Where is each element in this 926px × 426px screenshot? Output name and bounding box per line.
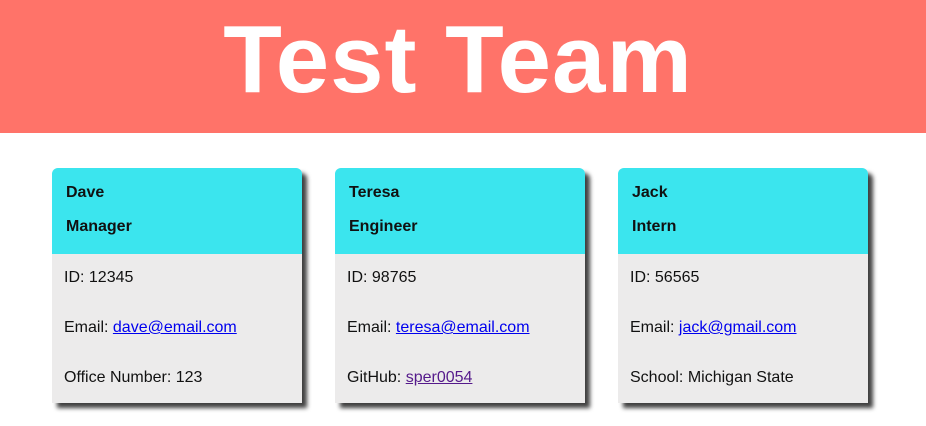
email-link[interactable]: teresa@email.com	[396, 319, 530, 336]
employee-name: Teresa	[349, 184, 400, 201]
employee-email-line: Email: jack@gmail.com	[630, 319, 797, 337]
email-label: Email:	[347, 319, 392, 336]
school-name: Michigan State	[687, 369, 794, 386]
id-label: ID:	[347, 269, 368, 286]
employee-email-line: Email: teresa@email.com	[347, 319, 530, 337]
card-header: Jack Intern	[618, 168, 868, 254]
employee-role: Intern	[632, 218, 677, 235]
id-label: ID:	[630, 269, 651, 286]
employee-id: 12345	[88, 269, 134, 286]
employee-extra-line: GitHub: sper0054	[347, 369, 472, 387]
employee-name: Dave	[66, 184, 105, 201]
employee-id-line: ID: 98765	[347, 269, 416, 287]
card-header: Teresa Engineer	[335, 168, 585, 254]
page-title: Test Team	[223, 6, 693, 113]
email-link[interactable]: jack@gmail.com	[679, 319, 797, 336]
email-label: Email:	[630, 319, 675, 336]
employee-id: 98765	[371, 269, 417, 286]
id-label: ID:	[64, 269, 85, 286]
email-label: Email:	[64, 319, 109, 336]
employee-extra-line: Office Number: 123	[64, 369, 202, 387]
school-label: School:	[630, 369, 684, 386]
office-number-label: Office Number:	[64, 369, 172, 386]
office-number: 123	[175, 369, 203, 386]
employee-card: Dave Manager ID: 12345 Email: dave@email…	[52, 168, 302, 403]
employee-id-line: ID: 12345	[64, 269, 133, 287]
employee-name: Jack	[632, 184, 668, 201]
employee-id-line: ID: 56565	[630, 269, 699, 287]
github-label: GitHub:	[347, 369, 402, 386]
employee-role: Engineer	[349, 218, 418, 235]
employee-email-line: Email: dave@email.com	[64, 319, 237, 337]
card-header: Dave Manager	[52, 168, 302, 254]
employee-role: Manager	[66, 218, 132, 235]
github-link[interactable]: sper0054	[406, 369, 473, 386]
email-link[interactable]: dave@email.com	[113, 319, 237, 336]
page-banner: Test Team	[0, 0, 926, 133]
employee-card: Teresa Engineer ID: 98765 Email: teresa@…	[335, 168, 585, 403]
employee-id: 56565	[654, 269, 700, 286]
employee-extra-line: School: Michigan State	[630, 369, 794, 387]
employee-card: Jack Intern ID: 56565 Email: jack@gmail.…	[618, 168, 868, 403]
